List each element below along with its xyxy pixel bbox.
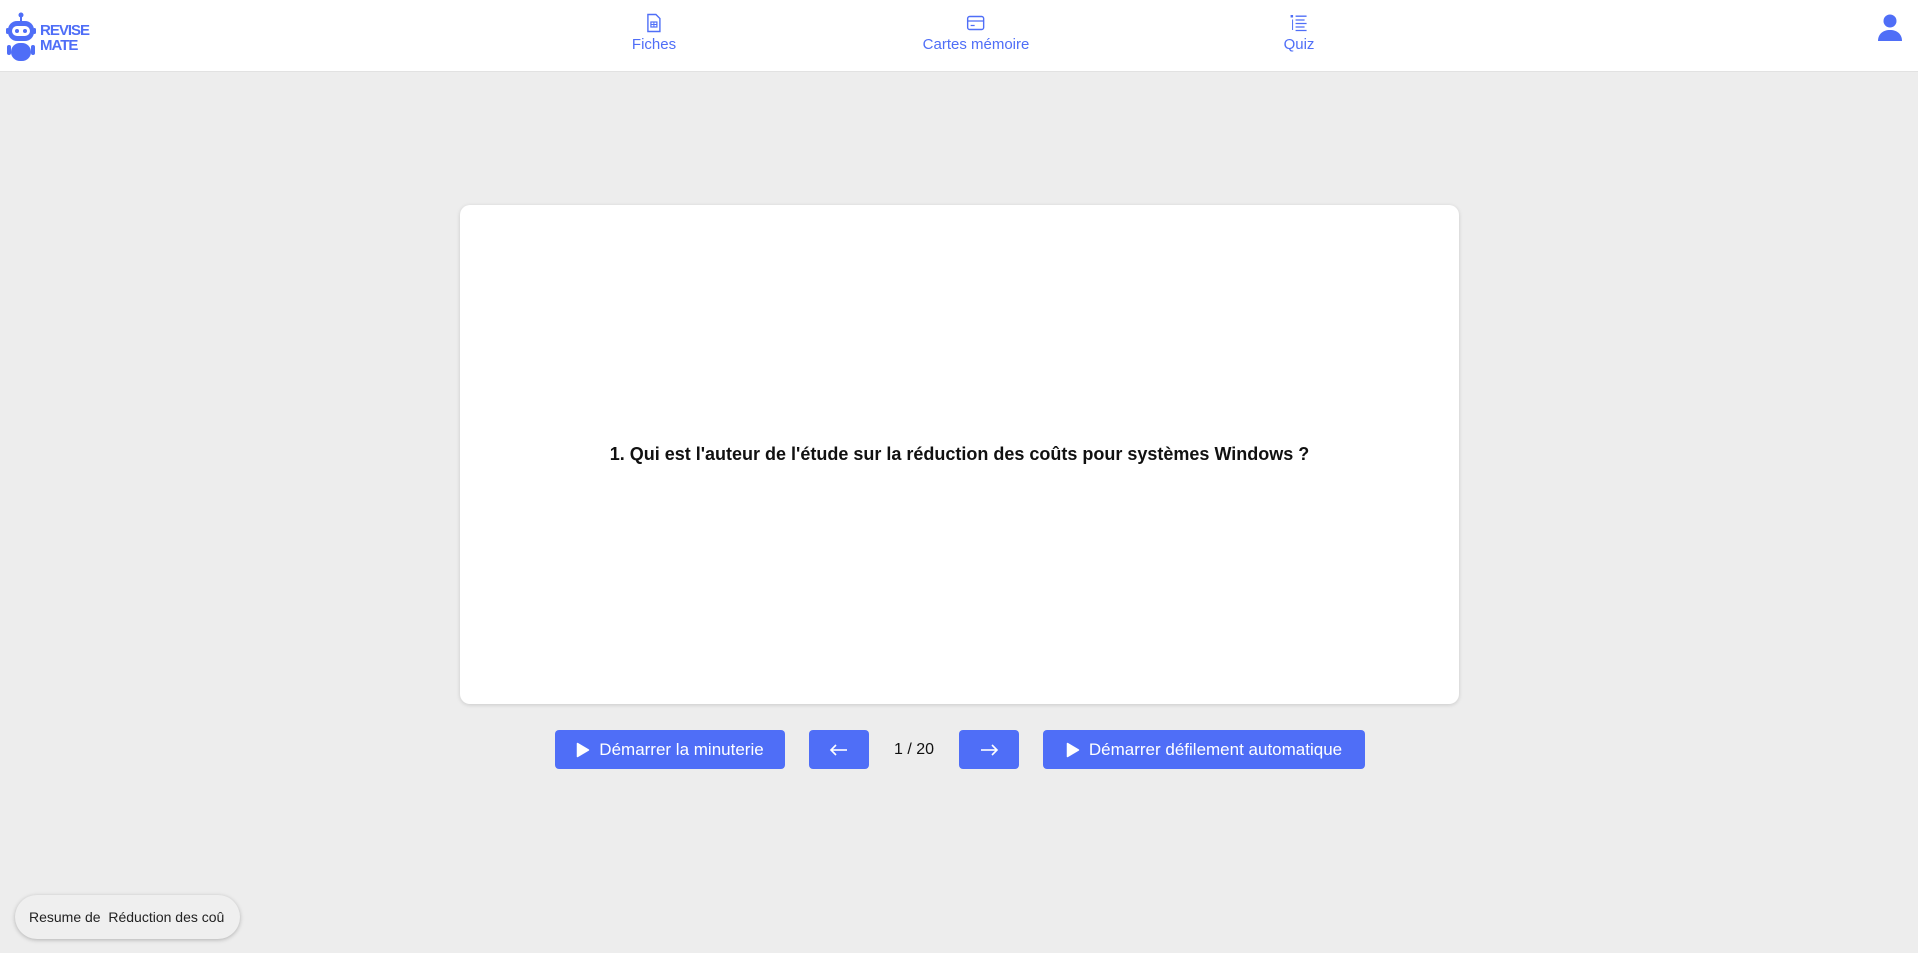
nav-item-cartes-memoire[interactable]: Cartes mémoire <box>922 13 1030 57</box>
start-autoscroll-label: Démarrer défilement automatique <box>1088 739 1343 759</box>
arrow-left-icon <box>829 743 847 756</box>
brand-line-2: MATE <box>40 37 78 54</box>
nav-label-fiches: Fiches <box>631 36 677 53</box>
card-counter: 1 / 20 <box>893 740 935 758</box>
top-navbar: REVISE MATE Fiches Cartes mémoire Quiz <box>0 0 1918 72</box>
user-icon[interactable] <box>1877 13 1903 43</box>
start-autoscroll-button[interactable]: Démarrer défilement automatique <box>1043 730 1365 769</box>
previous-button[interactable] <box>809 730 869 769</box>
play-icon <box>577 742 590 757</box>
arrow-right-icon <box>981 743 999 756</box>
resume-label: Resume de Réduction des coû <box>29 909 225 925</box>
start-timer-button[interactable]: Démarrer la minuterie <box>555 730 785 769</box>
brand-name: REVISE MATE <box>40 22 90 54</box>
next-button[interactable] <box>959 730 1019 769</box>
document-icon <box>647 13 661 33</box>
flashcard[interactable]: 1. Qui est l'auteur de l'étude sur la ré… <box>460 205 1459 704</box>
card-icon <box>967 15 985 31</box>
brand-line-1: REVISE <box>40 22 90 39</box>
resume-chip[interactable]: Resume de Réduction des coû <box>15 895 240 939</box>
nav-item-quiz[interactable]: Quiz <box>1283 13 1315 57</box>
nav-label-cartes-memoire: Cartes mémoire <box>922 36 1030 53</box>
nav-item-fiches[interactable]: Fiches <box>632 13 676 57</box>
list-icon <box>1291 15 1307 32</box>
start-timer-label: Démarrer la minuterie <box>599 739 764 759</box>
revisemate-logo[interactable]: REVISE MATE <box>4 12 94 64</box>
flashcard-question: 1. Qui est l'auteur de l'étude sur la ré… <box>609 444 1310 464</box>
nav-label-quiz: Quiz <box>1283 36 1315 53</box>
robot-logo-icon <box>6 12 36 61</box>
play-icon <box>1066 742 1080 757</box>
